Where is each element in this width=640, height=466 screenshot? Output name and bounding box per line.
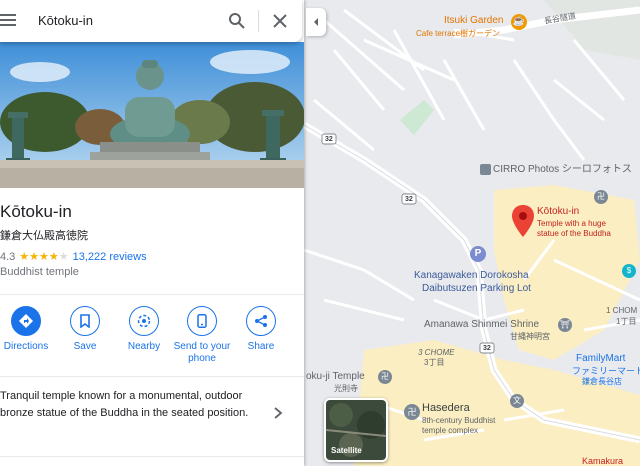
rating-row: 4.3 ★★★★★ 13,222 reviews	[0, 250, 147, 264]
directions-label: Directions	[3, 341, 49, 352]
district-label: 3 CHOME	[418, 348, 455, 357]
route-32-label: 32	[325, 136, 333, 143]
parking-lot-label: Daibutsuzen Parking Lot	[422, 283, 531, 294]
shrine-label[interactable]: Amanawa Shinmei Shrine	[424, 320, 539, 330]
search-bar[interactable]: Kōtoku-in	[0, 0, 302, 42]
action-bar: Directions Save Nearby Send to your phon…	[0, 306, 304, 370]
place-category[interactable]: Buddhist temple	[0, 266, 79, 278]
cafe-icon[interactable]: ☕	[511, 14, 527, 30]
hasedera-sub: temple complex	[422, 426, 479, 435]
nearby-label: Nearby	[127, 341, 161, 352]
temple-icon[interactable]: 卍	[594, 190, 608, 204]
parking-icon[interactable]: P	[470, 246, 486, 262]
nearby-button[interactable]: Nearby	[114, 306, 174, 353]
collapse-panel-button[interactable]	[306, 8, 326, 36]
bookmark-icon	[70, 306, 100, 336]
district-sub: 1丁目	[616, 317, 637, 326]
district-sub: 3丁目	[424, 358, 445, 367]
parking-lot-label[interactable]: Kanagawaken Dorokosha	[414, 271, 529, 281]
camera-shop-icon[interactable]	[480, 164, 491, 175]
shrine-icon[interactable]: ⛩	[558, 318, 572, 332]
place-description[interactable]: Tranquil temple known for a monumental, …	[0, 388, 250, 422]
familymart-label[interactable]: FamilyMart	[576, 354, 625, 364]
place-marker-icon[interactable]	[512, 205, 534, 237]
hasedera-sub: 8th-century Buddhist	[422, 416, 496, 425]
kotoku-in-map-sub: statue of the Buddha	[537, 229, 611, 238]
shrine-sub: 甘縄神明宮	[510, 332, 550, 341]
route-32-label: 32	[483, 345, 491, 352]
share-icon	[246, 306, 276, 336]
directions-button[interactable]: Directions	[0, 306, 56, 353]
place-local-name: 鎌倉大仏殿高徳院	[0, 230, 88, 242]
save-button[interactable]: Save	[55, 306, 115, 353]
map-canvas[interactable]: 32 32 32 Itsuki Garden Cafe terrace樹ガーデン…	[304, 0, 640, 466]
district-label: 1 CHOM	[606, 306, 638, 315]
place-title: Kōtoku-in	[0, 202, 72, 221]
divider	[0, 376, 304, 377]
divider	[258, 10, 259, 32]
itsuki-garden-sub: Cafe terrace樹ガーデン	[416, 29, 501, 38]
close-icon[interactable]	[271, 12, 289, 30]
search-input[interactable]: Kōtoku-in	[38, 13, 93, 28]
search-icon[interactable]	[228, 12, 246, 30]
shop-icon[interactable]: $	[622, 264, 636, 278]
hasedera-label[interactable]: Hasedera	[422, 403, 470, 414]
place-photo[interactable]	[0, 42, 304, 188]
chevron-left-icon	[314, 18, 318, 26]
itsuki-garden-label[interactable]: Itsuki Garden	[444, 16, 503, 26]
temple-sub: 光則寺	[334, 384, 358, 393]
satellite-label: Satellite	[331, 446, 362, 455]
kotoku-in-map-label[interactable]: Kōtoku-in	[537, 207, 579, 217]
send-to-phone-button[interactable]: Send to your phone	[172, 306, 232, 365]
satellite-layer-button[interactable]: Satellite	[324, 398, 388, 462]
buddha-photo	[0, 42, 304, 188]
temple-icon[interactable]: 卍	[404, 404, 420, 420]
temple-icon[interactable]: 文	[510, 394, 524, 408]
share-button[interactable]: Share	[231, 306, 291, 353]
divider	[0, 456, 304, 457]
send-to-phone-label: Send to your phone	[173, 341, 231, 364]
kamakura-label[interactable]: Kamakura	[582, 456, 623, 466]
menu-icon[interactable]	[0, 12, 18, 28]
directions-icon	[11, 306, 41, 336]
nearby-icon	[129, 306, 159, 336]
place-panel: Kōtoku-in Kōtoku-in 鎌倉大仏殿高徳院 4.3 ★★★★★ 1…	[0, 0, 304, 466]
cirro-photos-label[interactable]: CIRRO Photos シーロフォトス	[493, 165, 632, 175]
chevron-right-icon[interactable]	[272, 406, 284, 420]
familymart-sub: 鎌倉長谷店	[582, 377, 622, 386]
temple-icon[interactable]: 卍	[378, 370, 392, 384]
phone-icon	[187, 306, 217, 336]
familymart-sub: ファミリーマート	[572, 366, 640, 376]
share-label: Share	[247, 341, 275, 352]
reviews-link[interactable]: 13,222 reviews	[73, 251, 147, 263]
divider	[0, 294, 304, 295]
save-label: Save	[73, 341, 97, 352]
temple-label[interactable]: oku-ji Temple	[306, 372, 365, 382]
route-32-label: 32	[405, 196, 413, 203]
kotoku-in-map-sub: Temple with a huge	[537, 219, 606, 228]
rating-value: 4.3	[0, 250, 16, 263]
rating-stars-icon: ★★★★★	[19, 251, 69, 263]
